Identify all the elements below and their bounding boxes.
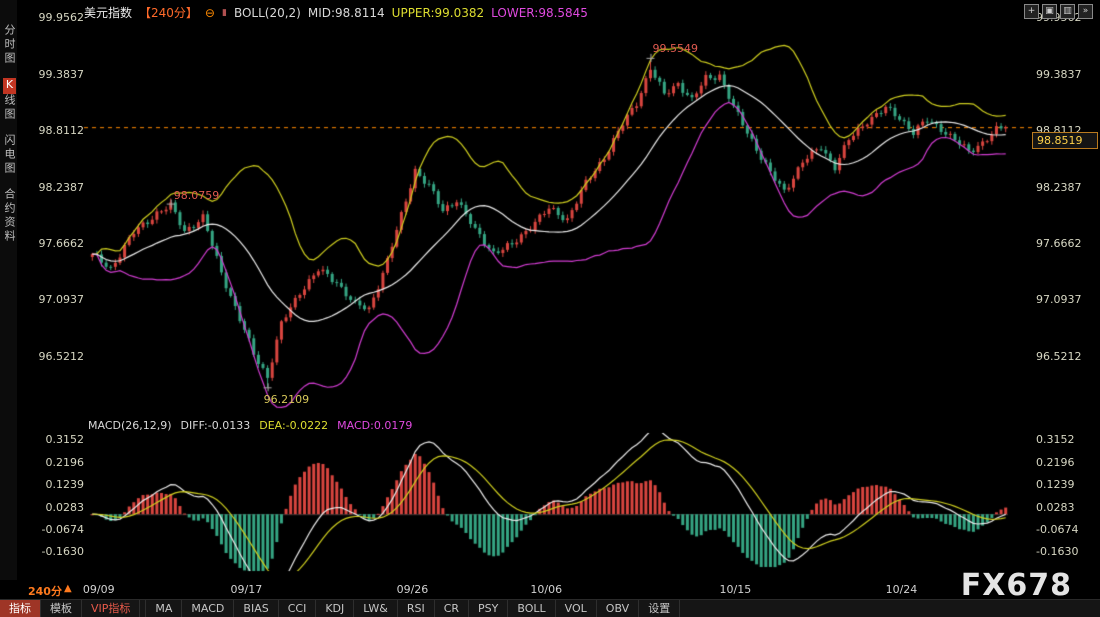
macd-diff-value: DIFF:-0.0133 (181, 419, 251, 432)
fast-forward-icon[interactable]: » (1078, 4, 1093, 19)
sidebar-item-K线图[interactable]: K线图 (2, 78, 16, 122)
price-label: 99.3837 (26, 69, 84, 81)
boll-upper-value: UPPER:99.0382 (392, 6, 484, 20)
macd-indicator-label: MACD(26,12,9) (88, 419, 172, 432)
macd-macd-value: MACD:0.0179 (337, 419, 412, 432)
price-annotation: 98.0759 (174, 189, 220, 202)
price-label: 99.3837 (1036, 69, 1094, 81)
price-label: 97.6662 (26, 238, 84, 250)
price-label: 98.8112 (26, 125, 84, 137)
price-annotation: 96.2109 (264, 393, 310, 406)
date-label: 10/06 (530, 583, 562, 596)
boll-indicator-label: BOLL(20,2) (234, 6, 301, 20)
price-label: 97.6662 (1036, 238, 1094, 250)
toolbar-item-PSY[interactable]: PSY (469, 600, 508, 617)
toolbar-item-RSI[interactable]: RSI (398, 600, 435, 617)
price-label: -0.1630 (26, 546, 84, 558)
window-control-icons: +▣▥» (1024, 4, 1093, 19)
toolbar-item-设置[interactable]: 设置 (639, 600, 680, 617)
collapse-icon[interactable]: ⊖ (205, 6, 215, 20)
toolbar-item-LW&[interactable]: LW& (354, 600, 398, 617)
timeline: 240分 ▲ 09/09 09/17 09/26 10/06 10/15 10/24 (0, 580, 1100, 600)
date-label: 10/24 (886, 583, 918, 596)
toolbar-item-VOL[interactable]: VOL (556, 600, 597, 617)
interval-label[interactable]: 240分 (28, 583, 62, 599)
toolbar-item-MACD[interactable]: MACD (182, 600, 234, 617)
price-label: 0.3152 (26, 434, 84, 446)
price-label: 99.9562 (26, 12, 84, 24)
chart-app: 分时图 K线图闪电图合约资料 美元指数 【240分】 ⊖ ▮ BOLL(20,2)… (0, 0, 1100, 617)
price-label: 0.0283 (1036, 502, 1094, 514)
current-price-tag: 98.8519 (1032, 132, 1098, 149)
bottom-toolbar: 指标模板VIP指标 MAMACDBIASCCIKDJLW&RSICRPSYBOLL… (0, 599, 1100, 617)
toolbar-item-VIP指标[interactable]: VIP指标 (82, 600, 140, 617)
grid-layout-icon[interactable]: ▣ (1042, 4, 1057, 19)
date-label: 09/17 (231, 583, 263, 596)
column-layout-icon[interactable]: ▥ (1060, 4, 1075, 19)
interval-tag: 【240分】 (139, 4, 198, 21)
date-label: 09/26 (397, 583, 429, 596)
toolbar-item-CR[interactable]: CR (435, 600, 469, 617)
sidebar-item-分时图[interactable]: 分时图 (2, 24, 16, 66)
price-label: 0.2196 (26, 457, 84, 469)
price-label: 96.5212 (26, 351, 84, 363)
interval-arrow-icon[interactable]: ▲ (64, 583, 72, 594)
toolbar-item-CCI[interactable]: CCI (279, 600, 317, 617)
sidebar-item-合约资料[interactable]: 合约资料 (2, 188, 16, 244)
price-label: 98.2387 (26, 182, 84, 194)
sidebar: 分时图 K线图闪电图合约资料 (0, 0, 17, 580)
price-label: 0.3152 (1036, 434, 1094, 446)
toolbar-item-BIAS[interactable]: BIAS (234, 600, 278, 617)
brand-watermark: FX678 (961, 568, 1072, 603)
price-label: 97.0937 (1036, 294, 1094, 306)
candle-type-icon[interactable]: ▮ (222, 8, 227, 18)
macd-dea-value: DEA:-0.0222 (259, 419, 328, 432)
price-label: 0.0283 (26, 502, 84, 514)
price-label: 96.5212 (1036, 351, 1094, 363)
toolbar-item-指标[interactable]: 指标 (0, 600, 41, 617)
price-chart-canvas[interactable] (0, 0, 1100, 617)
price-label: 0.1239 (1036, 479, 1094, 491)
price-label: -0.0674 (1036, 524, 1094, 536)
price-label: 97.0937 (26, 294, 84, 306)
price-label: 0.1239 (26, 479, 84, 491)
sidebar-item-闪电图[interactable]: 闪电图 (2, 134, 16, 176)
boll-mid-value: MID:98.8114 (308, 6, 385, 20)
active-tab-marker: K (3, 78, 16, 94)
toolbar-item-模板[interactable]: 模板 (41, 600, 82, 617)
date-label: 09/09 (83, 583, 115, 596)
toolbar-item-OBV[interactable]: OBV (597, 600, 639, 617)
boll-lower-value: LOWER:98.5845 (491, 6, 588, 20)
price-label: 0.2196 (1036, 457, 1094, 469)
toolbar-item-BOLL[interactable]: BOLL (508, 600, 555, 617)
symbol-title: 美元指数 (84, 4, 132, 21)
date-label: 10/15 (720, 583, 752, 596)
price-label: 98.2387 (1036, 182, 1094, 194)
chart-header: 美元指数 【240分】 ⊖ ▮ BOLL(20,2) MID:98.8114 U… (84, 4, 588, 21)
zoom-icon[interactable]: + (1024, 4, 1039, 19)
price-annotation: 99.5549 (652, 42, 698, 55)
macd-header: MACD(26,12,9) DIFF:-0.0133 DEA:-0.0222 M… (88, 419, 412, 432)
toolbar-item-KDJ[interactable]: KDJ (316, 600, 354, 617)
price-label: -0.0674 (26, 524, 84, 536)
price-label: -0.1630 (1036, 546, 1094, 558)
toolbar-item-MA[interactable]: MA (145, 600, 182, 617)
